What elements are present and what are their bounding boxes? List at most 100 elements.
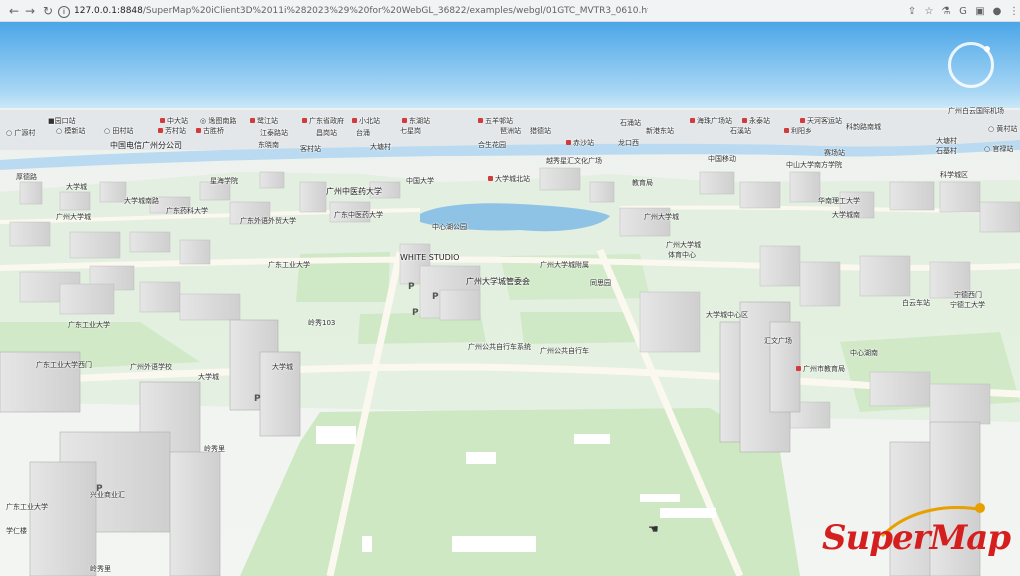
map-label[interactable]: 广东外语外贸大学 <box>240 218 296 225</box>
back-icon[interactable]: ← <box>6 3 22 19</box>
map-label[interactable]: 广州中医药大学 <box>326 188 382 196</box>
star-icon[interactable]: ☆ <box>921 3 937 19</box>
map-label[interactable]: 广东中医药大学 <box>334 212 383 219</box>
map-label[interactable]: 越秀星汇文化广场 <box>546 158 602 165</box>
map-label[interactable]: 广州大学城 <box>56 214 91 221</box>
map-label[interactable]: 大学城中心区 <box>706 312 748 319</box>
map-label[interactable]: 赤沙站 <box>566 140 594 147</box>
map-label[interactable]: 广州大学城 <box>666 242 701 249</box>
map-label[interactable]: 大塘村 <box>370 144 391 151</box>
map-viewport[interactable]: ■园口站 中大站 ◎ 逸图南路 鹭江站 广东省政府 小北站 东湖站 五羊邨站 石涌站 海珠广场站 永… <box>0 22 1020 576</box>
map-label[interactable]: 琶洲站 <box>500 128 521 135</box>
map-label[interactable]: 大学城北站 <box>488 176 530 183</box>
map-label[interactable]: ○ 官禄站 <box>984 146 1013 153</box>
map-label[interactable]: 岭秀103 <box>308 320 335 327</box>
map-label[interactable]: 广州公共自行车 <box>540 348 589 355</box>
map-label[interactable]: 石溪站 <box>730 128 751 135</box>
map-label[interactable]: 台涌 <box>356 130 370 137</box>
map-label[interactable]: 中心湖南 <box>850 350 878 357</box>
map-label[interactable]: 鹭江站 <box>250 118 278 125</box>
profile-icon[interactable]: ● <box>989 3 1005 19</box>
map-label[interactable]: 科学城区 <box>940 172 968 179</box>
map-label[interactable]: 中山大学南方学院 <box>786 162 842 169</box>
map-label[interactable]: ○ 黄村站 <box>988 126 1017 133</box>
map-label[interactable]: 大塘村 <box>936 138 957 145</box>
map-label[interactable]: 学仁楼 <box>6 528 27 535</box>
map-label[interactable]: 宁德工大学 <box>950 302 985 309</box>
map-label[interactable]: 广州白云国际机场 <box>948 108 1004 115</box>
map-label[interactable]: 龙口西 <box>618 140 639 147</box>
map-label[interactable]: 科韵路南城 <box>846 124 881 131</box>
map-label[interactable]: 星海学院 <box>210 178 238 185</box>
map-label[interactable]: ○ 广源村 <box>6 130 35 137</box>
map-label[interactable]: 大学城 <box>66 184 87 191</box>
map-label[interactable]: ◎ 逸图南路 <box>200 118 236 125</box>
map-label[interactable]: 石基村 <box>936 148 957 155</box>
map-label[interactable]: 广州外语学校 <box>130 364 172 371</box>
sidebar-icon[interactable]: ▣ <box>972 3 988 19</box>
extension-icon[interactable]: ⚗ <box>938 3 954 19</box>
map-label[interactable]: 小北站 <box>352 118 380 125</box>
map-label[interactable]: 汇文广场 <box>764 338 792 345</box>
map-label[interactable]: 白云车站 <box>902 300 930 307</box>
map-label[interactable]: 广东工业大学 <box>6 504 48 511</box>
site-info-icon[interactable]: i <box>58 6 70 18</box>
map-label[interactable]: 江泰路站 <box>260 130 288 137</box>
map-label[interactable]: 新港东站 <box>646 128 674 135</box>
map-label[interactable]: 石涌站 <box>620 120 641 127</box>
map-label[interactable]: ■园口站 <box>48 118 76 125</box>
map-label[interactable]: 猎德站 <box>530 128 551 135</box>
map-label[interactable]: 广东工业大学西门 <box>36 362 92 369</box>
map-label[interactable]: 东湖站 <box>402 118 430 125</box>
map-label[interactable]: 昌岗站 <box>316 130 337 137</box>
address-bar[interactable]: i 127.0.0.1:8848/SuperMap%20iClient3D%201… <box>58 3 648 19</box>
map-scene[interactable] <box>0 22 1020 576</box>
map-label[interactable]: 中国大学 <box>406 178 434 185</box>
map-label[interactable]: 五羊邨站 <box>478 118 513 125</box>
map-label[interactable]: 体育中心 <box>668 252 696 259</box>
map-label[interactable]: 天河客运站 <box>800 118 842 125</box>
share-icon[interactable]: ⇪ <box>904 3 920 19</box>
map-label[interactable]: 广东工业大学 <box>268 262 310 269</box>
map-label[interactable]: 利阳乡 <box>784 128 812 135</box>
map-label[interactable]: 同思园 <box>590 280 611 287</box>
map-label[interactable]: 广州公共自行车系统 <box>468 344 531 351</box>
map-label[interactable]: 海珠广场站 <box>690 118 732 125</box>
map-label[interactable]: 岭秀里 <box>90 566 111 573</box>
map-label[interactable]: 永泰站 <box>742 118 770 125</box>
map-label[interactable]: 客村站 <box>300 146 321 153</box>
map-label[interactable]: 中大站 <box>160 118 188 125</box>
map-label[interactable]: 大学城 <box>198 374 219 381</box>
map-label[interactable]: 七星岗 <box>400 128 421 135</box>
map-label[interactable]: 广州市教育局 <box>796 366 845 373</box>
map-label[interactable]: 中国移动 <box>708 156 736 163</box>
google-icon[interactable]: G <box>955 3 971 19</box>
map-label[interactable]: 大学城南路 <box>124 198 159 205</box>
menu-icon[interactable]: ⋮ <box>1006 3 1020 19</box>
map-label[interactable]: 厚德路 <box>16 174 37 181</box>
map-label[interactable]: 东晓南 <box>258 142 279 149</box>
map-label[interactable]: 教育局 <box>632 180 653 187</box>
map-label[interactable]: 华南理工大学 <box>818 198 860 205</box>
map-label[interactable]: 大学城 <box>272 364 293 371</box>
map-label[interactable]: 芳村站 <box>158 128 186 135</box>
map-label[interactable]: 中心湖公园 <box>432 224 467 231</box>
map-label[interactable]: ○ 田村站 <box>104 128 133 135</box>
map-label[interactable]: 广州大学城管委会 <box>466 278 530 286</box>
map-label[interactable]: 古胜桥 <box>196 128 224 135</box>
map-label[interactable]: 合生花园 <box>478 142 506 149</box>
forward-icon[interactable]: → <box>22 3 38 19</box>
map-label[interactable]: 岭秀里 <box>204 446 225 453</box>
reload-icon[interactable]: ↻ <box>40 3 56 19</box>
map-label[interactable]: 大学城南 <box>832 212 860 219</box>
map-label[interactable]: 广州大学城附属 <box>540 262 589 269</box>
map-label[interactable]: 宁德西门 <box>954 292 982 299</box>
map-label[interactable]: 中国电信广州分公司 <box>110 142 182 150</box>
map-label[interactable]: ○ 模新站 <box>56 128 85 135</box>
map-label[interactable]: 广东省政府 <box>302 118 344 125</box>
map-label[interactable]: 赛场站 <box>824 150 845 157</box>
map-label[interactable]: 广州大学城 <box>644 214 679 221</box>
map-label[interactable]: 广东药科大学 <box>166 208 208 215</box>
map-label[interactable]: 广东工业大学 <box>68 322 110 329</box>
map-label[interactable]: WHITE STUDIO <box>400 254 459 262</box>
